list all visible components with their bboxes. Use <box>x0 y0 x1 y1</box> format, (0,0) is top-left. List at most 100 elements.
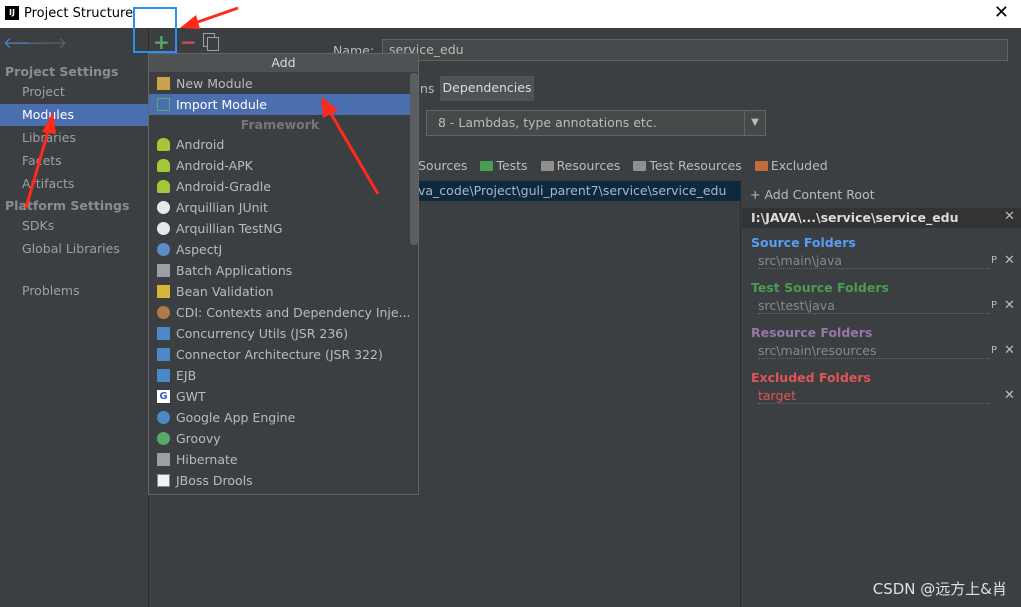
menu-item-label: Import Module <box>176 97 267 112</box>
excluded-folder-path: target <box>758 388 990 404</box>
source-tree-root-row[interactable]: va_code\Project\guli_parent7\service\ser… <box>418 181 740 201</box>
mark-test-resources-button[interactable]: Test Resources <box>633 157 742 175</box>
mark-tests-label: Tests <box>496 158 528 173</box>
sidebar-item-problems[interactable]: Problems <box>0 280 148 302</box>
add-content-root-button[interactable]: + Add Content Root <box>750 187 875 202</box>
language-level-select[interactable]: 8 - Lambdas, type annotations etc. ▼ <box>426 110 766 136</box>
tab-dependencies[interactable]: Dependencies <box>440 76 534 101</box>
import-module-icon <box>157 98 170 111</box>
source-folder-path: src\main\java <box>758 253 990 269</box>
menu-item-label: Android-APK <box>176 158 253 173</box>
edit-properties-icon[interactable]: P <box>991 255 997 266</box>
android-icon <box>157 180 170 193</box>
aspectj-icon <box>157 243 170 256</box>
add-popup-menu: Add New Module Import Module Framework A… <box>148 53 419 495</box>
android-icon <box>157 138 170 151</box>
remove-module-button[interactable]: − <box>180 30 197 54</box>
tab-sources[interactable]: ns <box>420 78 434 100</box>
menu-item-android-apk[interactable]: Android-APK <box>149 155 411 176</box>
menu-item-cdi[interactable]: CDI: Contexts and Dependency Inje... <box>149 302 411 323</box>
sidebar-item-sdks[interactable]: SDKs <box>0 215 148 237</box>
excluded-folder-icon <box>754 161 768 171</box>
popup-scrollbar[interactable] <box>410 73 418 245</box>
hibernate-icon <box>157 453 170 466</box>
add-module-button[interactable]: + <box>153 30 170 54</box>
sidebar-item-project[interactable]: Project <box>0 81 148 103</box>
menu-item-gwt[interactable]: G GWT <box>149 386 411 407</box>
mark-sources-label: Sources <box>418 158 468 173</box>
sidebar-heading-platform-settings: Platform Settings <box>5 198 130 213</box>
intellij-app-icon: IJ <box>5 6 19 20</box>
menu-item-jboss-drools[interactable]: JBoss Drools <box>149 470 411 491</box>
cdi-icon <box>157 306 170 319</box>
mark-resources-button[interactable]: Resources <box>540 157 621 175</box>
menu-item-hibernate[interactable]: Hibernate <box>149 449 411 470</box>
edit-properties-icon[interactable]: P <box>991 345 997 356</box>
menu-item-label: CDI: Contexts and Dependency Inje... <box>176 305 411 320</box>
menu-item-groovy[interactable]: Groovy <box>149 428 411 449</box>
mark-test-resources-label: Test Resources <box>649 158 742 173</box>
sidebar-item-global-libraries[interactable]: Global Libraries <box>0 238 148 260</box>
sidebar-item-artifacts[interactable]: Artifacts <box>0 173 148 195</box>
menu-item-arquillian-junit[interactable]: Arquillian JUnit <box>149 197 411 218</box>
mark-resources-label: Resources <box>556 158 621 173</box>
sidebar-item-libraries[interactable]: Libraries <box>0 127 148 149</box>
test-resources-folder-icon <box>633 161 647 171</box>
resources-folder-icon <box>540 161 554 171</box>
android-icon <box>157 159 170 172</box>
arquillian-icon <box>157 201 170 214</box>
menu-item-batch-applications[interactable]: Batch Applications <box>149 260 411 281</box>
framework-heading: Framework <box>240 117 320 132</box>
menu-item-bean-validation[interactable]: Bean Validation <box>149 281 411 302</box>
menu-item-arquillian-testng[interactable]: Arquillian TestNG <box>149 218 411 239</box>
remove-content-root-icon[interactable]: ✕ <box>1004 209 1015 224</box>
remove-test-folder-icon[interactable]: ✕ <box>1004 298 1015 313</box>
concurrency-icon <box>157 327 170 340</box>
menu-item-google-app-engine[interactable]: Google App Engine <box>149 407 411 428</box>
menu-item-label: New Module <box>176 76 253 91</box>
menu-item-aspectj[interactable]: AspectJ <box>149 239 411 260</box>
menu-item-label: Groovy <box>176 431 221 446</box>
menu-item-import-module[interactable]: Import Module <box>149 94 411 115</box>
mark-as-toolbar: Sources Tests Resources Test Resources E… <box>418 157 837 175</box>
sidebar-item-facets[interactable]: Facets <box>0 150 148 172</box>
app-engine-icon <box>157 411 170 424</box>
sidebar-heading-project-settings: Project Settings <box>5 64 119 79</box>
mark-tests-button[interactable]: Tests <box>480 157 528 175</box>
close-icon[interactable]: ✕ <box>994 2 1009 23</box>
mark-excluded-button[interactable]: Excluded <box>754 157 828 175</box>
module-name-input[interactable]: service_edu <box>382 39 1008 61</box>
mark-sources-button[interactable]: Sources <box>418 157 467 175</box>
menu-item-ejb[interactable]: EJB <box>149 365 411 386</box>
menu-item-label: Android <box>176 137 225 152</box>
resource-folder-path: src\main\resources <box>758 343 990 359</box>
menu-item-label: Arquillian TestNG <box>176 221 283 236</box>
copy-module-icon[interactable] <box>203 33 219 51</box>
forward-arrow-icon[interactable]: 🡒 <box>27 33 67 52</box>
chevron-down-icon[interactable]: ▼ <box>744 111 765 135</box>
watermark-text: CSDN @远方上&肖 <box>872 580 1007 598</box>
remove-excluded-folder-icon[interactable]: ✕ <box>1004 388 1015 403</box>
ejb-icon <box>157 369 170 382</box>
menu-item-new-module[interactable]: New Module <box>149 73 411 94</box>
edit-properties-icon[interactable]: P <box>991 300 997 311</box>
menu-item-label: Batch Applications <box>176 263 293 278</box>
remove-source-folder-icon[interactable]: ✕ <box>1004 253 1015 268</box>
menu-item-label: Concurrency Utils (JSR 236) <box>176 326 349 341</box>
menu-item-connector-architecture[interactable]: Connector Architecture (JSR 322) <box>149 344 411 365</box>
menu-item-android[interactable]: Android <box>149 134 411 155</box>
gwt-icon: G <box>157 390 170 403</box>
menu-item-android-gradle[interactable]: Android-Gradle <box>149 176 411 197</box>
drools-icon <box>157 474 170 487</box>
arquillian-icon <box>157 222 170 235</box>
menu-item-label: Arquillian JUnit <box>176 200 268 215</box>
menu-item-label: Hibernate <box>176 452 238 467</box>
menu-item-concurrency-utils[interactable]: Concurrency Utils (JSR 236) <box>149 323 411 344</box>
language-level-value: 8 - Lambdas, type annotations etc. <box>438 115 657 130</box>
menu-item-label: EJB <box>176 368 197 383</box>
excluded-folders-heading: Excluded Folders <box>751 370 871 385</box>
menu-item-label: Google App Engine <box>176 410 296 425</box>
remove-resource-folder-icon[interactable]: ✕ <box>1004 343 1015 358</box>
source-folders-heading: Source Folders <box>751 235 856 250</box>
sidebar-item-modules[interactable]: Modules <box>0 104 148 126</box>
